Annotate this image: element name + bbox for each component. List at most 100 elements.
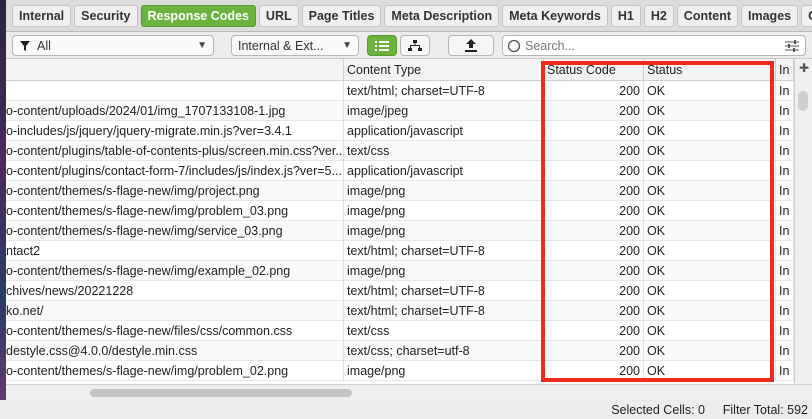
cell-status[interactable]: OK (644, 201, 776, 221)
table-row[interactable]: o-content/uploads/2024/01/img_1707133108… (6, 101, 794, 121)
tab-h1[interactable]: H1 (610, 4, 641, 27)
cell-address[interactable]: o-content/themes/s-flage-new/files/css/c… (6, 321, 344, 341)
column-header-status[interactable]: Status (644, 59, 776, 81)
vertical-scroll-thumb[interactable] (798, 91, 808, 111)
tab-content[interactable]: Content (676, 4, 739, 27)
table-row[interactable]: o-content/plugins/table-of-contents-plus… (6, 141, 794, 161)
column-header-status-code[interactable]: Status Code (544, 59, 644, 81)
tab-ca[interactable]: Ca (801, 4, 812, 27)
cell-indexability[interactable]: In (776, 161, 794, 181)
cell-status[interactable]: OK (644, 121, 776, 141)
cell-indexability[interactable]: In (776, 261, 794, 281)
cell-indexability[interactable]: In (776, 341, 794, 361)
cell-content-type[interactable]: text/css (344, 321, 544, 341)
cell-content-type[interactable]: text/css (344, 141, 544, 161)
table-row[interactable]: o-content/themes/s-flage-new/img/problem… (6, 361, 794, 381)
table-row[interactable]: ntact2 text/html; charset=UTF-8 200 OK In (6, 241, 794, 261)
table-row[interactable]: destyle.css@4.0.0/destyle.min.css text/cs… (6, 341, 794, 361)
cell-content-type[interactable]: image/png (344, 221, 544, 241)
cell-indexability[interactable]: In (776, 81, 794, 101)
add-column-icon[interactable]: ✚ (799, 61, 809, 75)
horizontal-scroll-thumb[interactable] (90, 389, 352, 397)
cell-status-code[interactable]: 200 (544, 301, 644, 321)
cell-indexability[interactable]: In (776, 321, 794, 341)
table-row[interactable]: text/html; charset=UTF-8 200 OK In (6, 81, 794, 101)
cell-indexability[interactable]: In (776, 241, 794, 261)
cell-content-type[interactable]: text/html; charset=UTF-8 (344, 241, 544, 261)
cell-status-code[interactable]: 200 (544, 161, 644, 181)
cell-status[interactable]: OK (644, 221, 776, 241)
cell-address[interactable]: o-content/themes/s-flage-new/img/example… (6, 261, 344, 281)
cell-status[interactable]: OK (644, 161, 776, 181)
cell-indexability[interactable]: In (776, 121, 794, 141)
cell-status[interactable]: OK (644, 141, 776, 161)
tab-response-codes[interactable]: Response Codes (140, 4, 256, 27)
cell-status-code[interactable]: 200 (544, 361, 644, 381)
cell-status[interactable]: OK (644, 321, 776, 341)
cell-indexability[interactable]: In (776, 221, 794, 241)
cell-address[interactable] (6, 81, 344, 101)
cell-content-type[interactable]: application/javascript (344, 161, 544, 181)
scope-dropdown[interactable]: Internal & Ext... ▼ (231, 35, 359, 56)
tab-page-titles[interactable]: Page Titles (301, 4, 382, 27)
filter-dropdown[interactable]: All ▼ (12, 35, 214, 56)
list-view-button[interactable] (367, 35, 397, 56)
cell-content-type[interactable]: image/png (344, 201, 544, 221)
tab-meta-description[interactable]: Meta Description (384, 4, 500, 27)
cell-address[interactable]: ntact2 (6, 241, 344, 261)
cell-indexability[interactable]: In (776, 301, 794, 321)
cell-status-code[interactable]: 200 (544, 81, 644, 101)
cell-status[interactable]: OK (644, 281, 776, 301)
cell-content-type[interactable]: image/png (344, 181, 544, 201)
search-box[interactable] (502, 35, 806, 56)
cell-status[interactable]: OK (644, 341, 776, 361)
cell-status-code[interactable]: 200 (544, 101, 644, 121)
cell-address[interactable]: o-content/themes/s-flage-new/img/problem… (6, 361, 344, 381)
horizontal-scrollbar[interactable] (6, 384, 812, 400)
cell-address[interactable]: o-content/uploads/2024/01/img_1707133108… (6, 101, 344, 121)
cell-status[interactable]: OK (644, 181, 776, 201)
cell-status-code[interactable]: 200 (544, 121, 644, 141)
tab-url[interactable]: URL (258, 4, 299, 27)
cell-status-code[interactable]: 200 (544, 261, 644, 281)
tab-images[interactable]: Images (741, 4, 799, 27)
cell-status-code[interactable]: 200 (544, 141, 644, 161)
table-row[interactable]: o-includes/js/jquery/jquery-migrate.min.… (6, 121, 794, 141)
column-header-content-type[interactable]: Content Type (344, 59, 544, 81)
cell-status[interactable]: OK (644, 241, 776, 261)
table-row[interactable]: o-content/plugins/contact-form-7/include… (6, 161, 794, 181)
cell-address[interactable]: o-content/themes/s-flage-new/img/project… (6, 181, 344, 201)
table-row[interactable]: chives/news/20221228 text/html; charset=U… (6, 281, 794, 301)
table-row[interactable]: o-content/themes/s-flage-new/img/project… (6, 181, 794, 201)
cell-address[interactable]: o-includes/js/jquery/jquery-migrate.min.… (6, 121, 344, 141)
tab-internal[interactable]: Internal (12, 4, 72, 27)
table-row[interactable]: o-content/themes/s-flage-new/img/example… (6, 261, 794, 281)
cell-indexability[interactable]: In (776, 361, 794, 381)
cell-indexability[interactable]: In (776, 181, 794, 201)
tab-security[interactable]: Security (74, 4, 138, 27)
cell-content-type[interactable]: image/png (344, 261, 544, 281)
tab-meta-keywords[interactable]: Meta Keywords (502, 4, 608, 27)
cell-indexability[interactable]: In (776, 201, 794, 221)
cell-content-type[interactable]: image/jpeg (344, 101, 544, 121)
cell-content-type[interactable]: text/html; charset=UTF-8 (344, 281, 544, 301)
cell-content-type[interactable]: application/javascript (344, 121, 544, 141)
cell-content-type[interactable]: text/html; charset=UTF-8 (344, 81, 544, 101)
cell-address[interactable]: chives/news/20221228 (6, 281, 344, 301)
cell-content-type[interactable]: image/png (344, 361, 544, 381)
cell-content-type[interactable]: text/css; charset=utf-8 (344, 341, 544, 361)
cell-status[interactable]: OK (644, 361, 776, 381)
cell-status[interactable]: OK (644, 101, 776, 121)
cell-status[interactable]: OK (644, 261, 776, 281)
cell-indexability[interactable]: In (776, 101, 794, 121)
cell-indexability[interactable]: In (776, 281, 794, 301)
table-row[interactable]: o-content/themes/s-flage-new/img/service… (6, 221, 794, 241)
column-header-address[interactable] (6, 59, 344, 81)
tab-h2[interactable]: H2 (643, 4, 674, 27)
cell-address[interactable]: o-content/plugins/contact-form-7/include… (6, 161, 344, 181)
cell-address[interactable]: o-content/themes/s-flage-new/img/problem… (6, 201, 344, 221)
table-row[interactable]: o-content/themes/s-flage-new/files/css/c… (6, 321, 794, 341)
column-header-indexability[interactable]: In (776, 59, 794, 81)
export-button[interactable] (448, 35, 494, 56)
table-row[interactable]: o-content/themes/s-flage-new/img/problem… (6, 201, 794, 221)
